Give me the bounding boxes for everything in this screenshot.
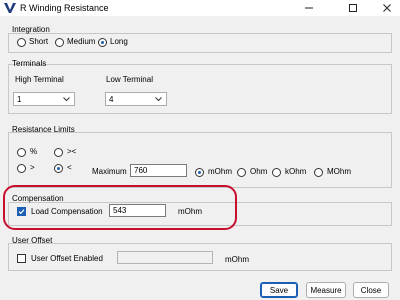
maximize-icon — [349, 4, 357, 12]
maximum-value: 760 — [134, 166, 148, 175]
high-terminal-select[interactable]: 1 — [13, 92, 75, 106]
radio-unit-kohm[interactable] — [272, 168, 281, 177]
maximum-label: Maximum — [92, 167, 127, 176]
highlight-annotation — [3, 185, 237, 230]
operator-less-label: < — [67, 163, 72, 172]
radio-integration-long[interactable] — [98, 38, 107, 47]
radio-unit-ohm[interactable] — [237, 168, 246, 177]
maximum-input[interactable]: 760 — [130, 164, 187, 177]
radio-operator-less[interactable] — [54, 164, 63, 173]
user-offset-unit: mOhm — [225, 255, 249, 264]
close-icon — [383, 4, 391, 12]
user-offset-enabled-label: User Offset Enabled — [31, 254, 103, 263]
operator-greater-label: > — [30, 163, 35, 172]
user-offset-group-label: User Offset — [12, 236, 53, 245]
radio-integration-medium[interactable] — [55, 38, 64, 47]
unit-mohm-label: mOhm — [208, 167, 232, 176]
low-terminal-label: Low Terminal — [106, 75, 153, 84]
integration-short-label: Short — [29, 37, 49, 46]
high-terminal-value: 1 — [17, 95, 22, 104]
integration-long-label: Long — [110, 37, 128, 46]
terminals-group-label: Terminals — [12, 59, 47, 68]
app-logo-icon — [4, 3, 16, 13]
title-bar: R Winding Resistance — [0, 0, 400, 16]
user-offset-input[interactable] — [117, 251, 213, 264]
operator-percent-label: % — [30, 147, 38, 156]
user-offset-checkbox[interactable] — [17, 254, 26, 263]
minimize-icon — [305, 7, 313, 9]
unit-ohm-label: Ohm — [250, 167, 268, 176]
unit-megaohm-label: MOhm — [327, 167, 351, 176]
resistance-limits-group-label: Resistance Limits — [12, 125, 75, 134]
chevron-down-icon — [63, 97, 70, 102]
terminals-group — [8, 64, 392, 114]
radio-integration-short[interactable] — [17, 38, 26, 47]
radio-unit-megaohm[interactable] — [314, 168, 323, 177]
radio-operator-greater[interactable] — [17, 164, 26, 173]
radio-unit-mohm[interactable] — [195, 168, 204, 177]
radio-operator-within[interactable] — [54, 148, 63, 157]
integration-group-label: Integration — [12, 25, 50, 34]
close-button[interactable]: Close — [353, 282, 389, 298]
high-terminal-label: High Terminal — [15, 75, 64, 84]
close-window-button[interactable] — [374, 0, 400, 16]
measure-button[interactable]: Measure — [306, 282, 346, 298]
radio-operator-percent[interactable] — [17, 148, 26, 157]
save-button[interactable]: Save — [260, 282, 298, 298]
operator-within-label: >< — [67, 147, 77, 156]
integration-medium-label: Medium — [67, 37, 96, 46]
maximize-button[interactable] — [340, 0, 366, 16]
low-terminal-value: 4 — [109, 95, 114, 104]
integration-group — [8, 33, 392, 53]
window-title: R Winding Resistance — [20, 3, 109, 13]
unit-kohm-label: kOhm — [285, 167, 307, 176]
chevron-down-icon — [155, 97, 162, 102]
minimize-button[interactable] — [296, 0, 322, 16]
low-terminal-select[interactable]: 4 — [105, 92, 167, 106]
resistance-limits-group — [8, 132, 392, 188]
